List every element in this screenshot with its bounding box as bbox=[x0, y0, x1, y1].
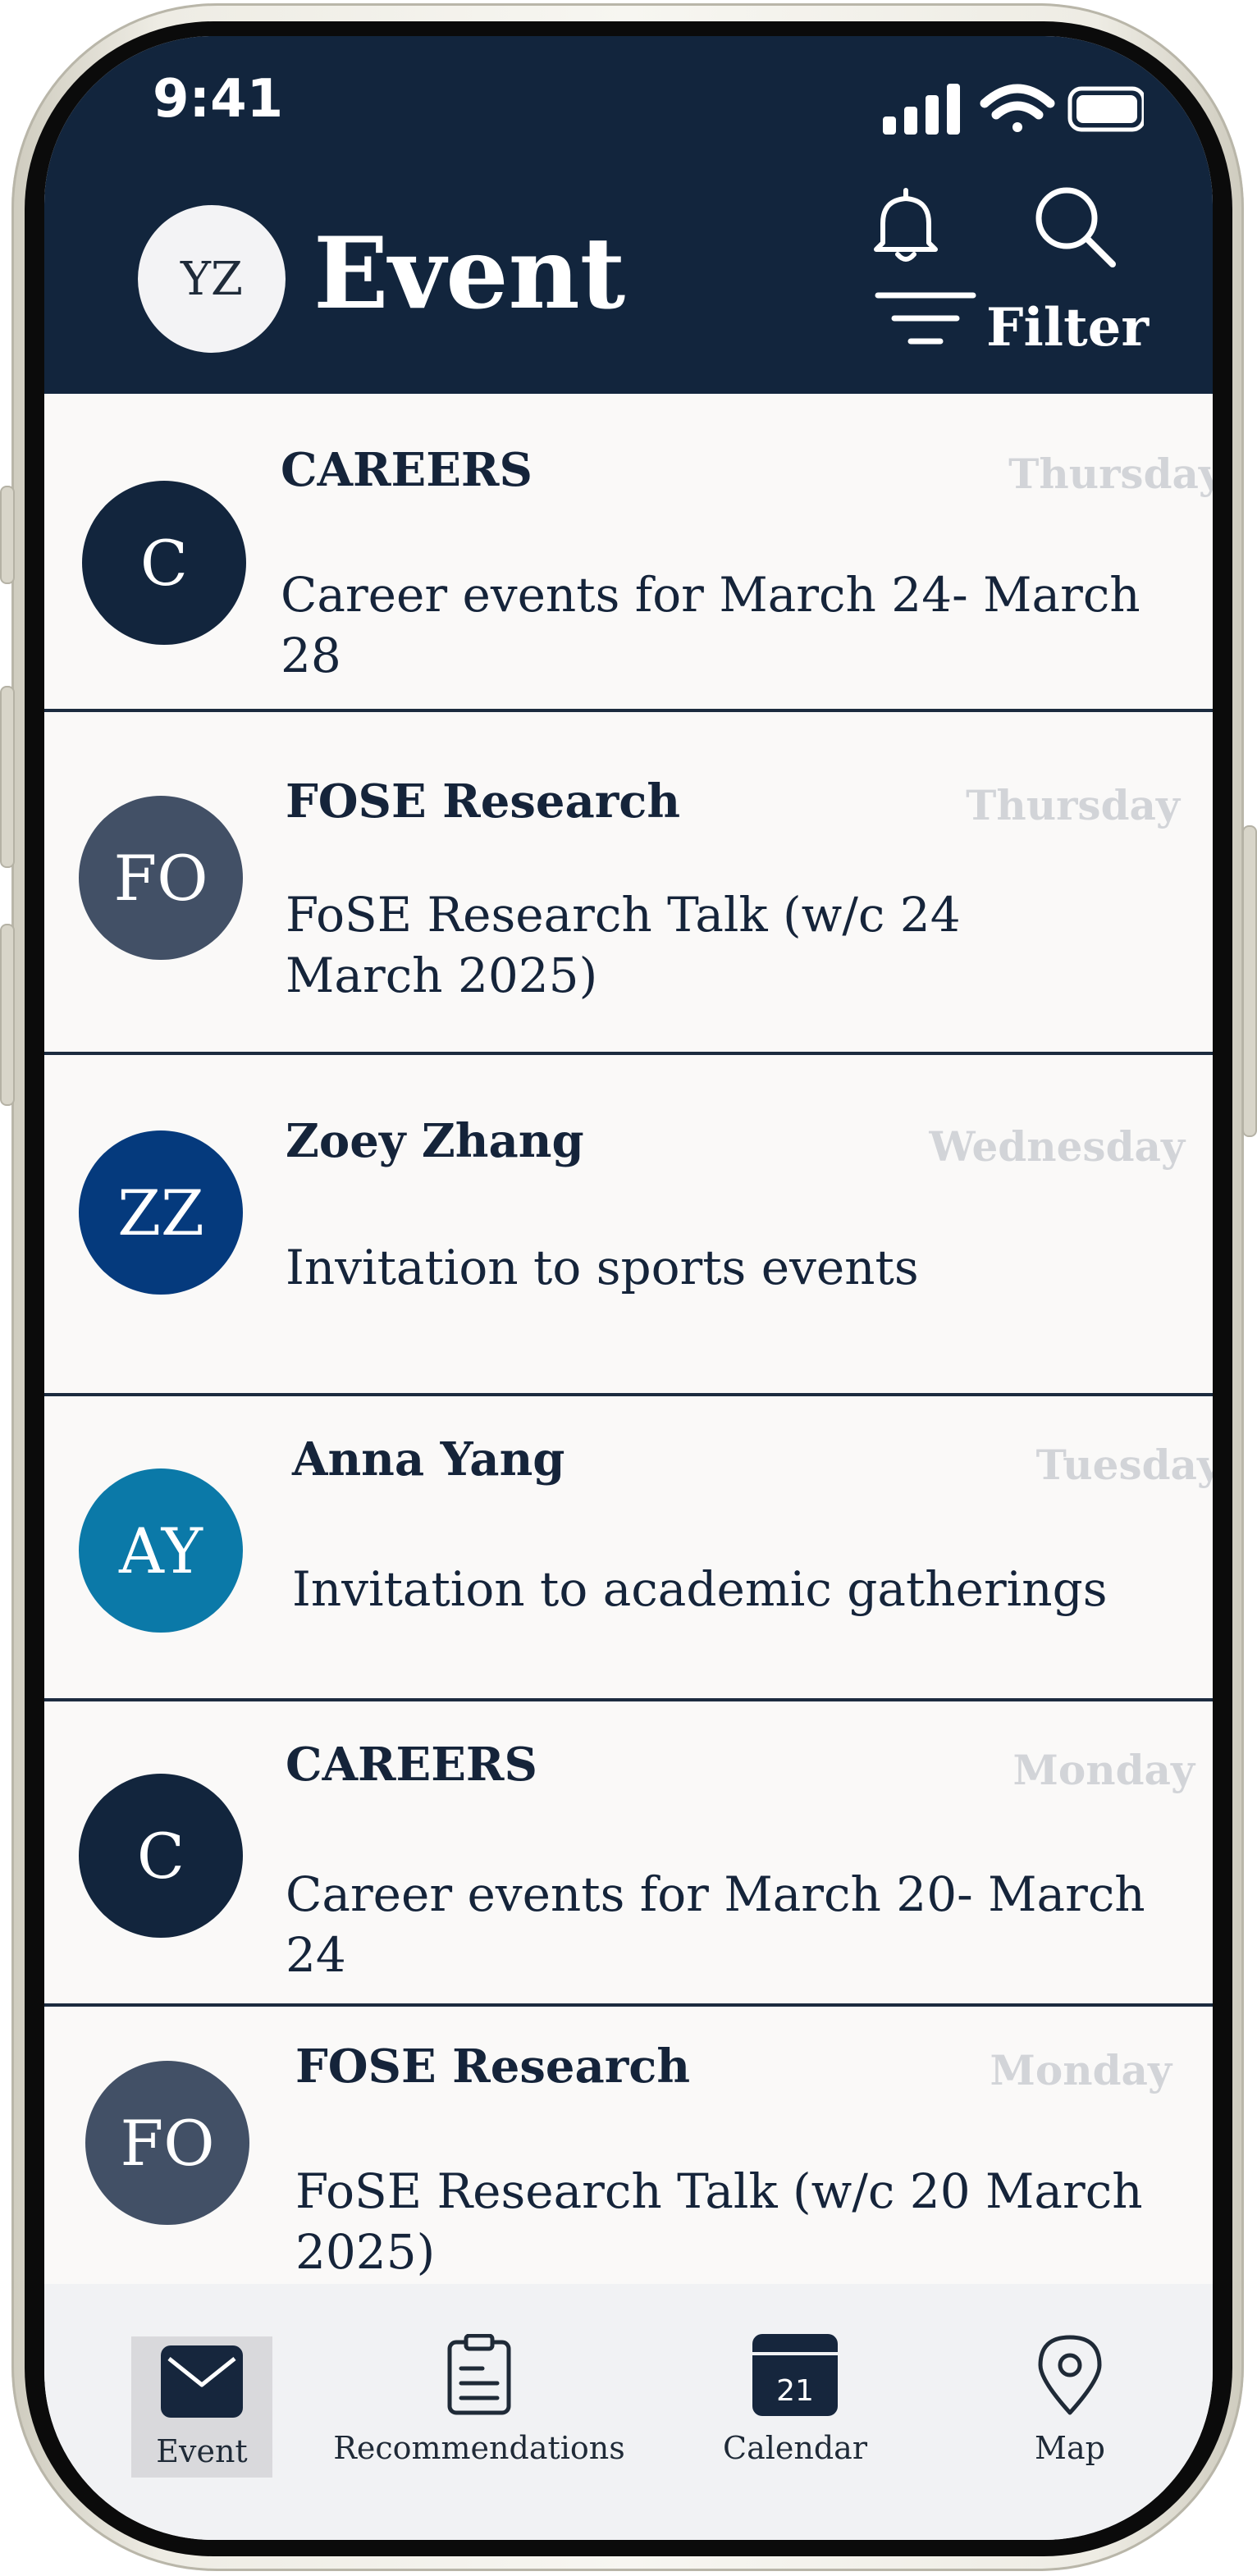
sender-avatar: C bbox=[82, 481, 246, 645]
volume-up-button bbox=[0, 686, 15, 868]
event-sender: CAREERS bbox=[286, 1738, 537, 1792]
event-day: Tuesday bbox=[1035, 1441, 1213, 1489]
list-item[interactable]: C CAREERS Thursday Career events for Mar… bbox=[44, 394, 1213, 712]
event-sender: FOSE Research bbox=[286, 774, 681, 829]
list-item[interactable]: C CAREERS Monday Career events for March… bbox=[44, 1701, 1213, 2007]
tab-calendar[interactable]: 21 Calendar bbox=[709, 2327, 881, 2471]
event-title: Career events for March 24- March 28 bbox=[281, 567, 1140, 683]
event-sender: CAREERS bbox=[281, 443, 533, 497]
app-header: 9:41 YZ Event Filter bbox=[44, 36, 1213, 394]
mail-icon bbox=[161, 2345, 243, 2418]
event-day: Monday bbox=[990, 2046, 1172, 2094]
bottom-tab-bar: Event Recommendations 21 Calendar Map bbox=[44, 2284, 1213, 2540]
notification-bell-icon[interactable] bbox=[865, 184, 947, 266]
event-day: Thursday bbox=[966, 781, 1180, 829]
volume-down-button bbox=[0, 924, 15, 1106]
battery-icon bbox=[1067, 86, 1144, 132]
tab-recommendations[interactable]: Recommendations bbox=[331, 2327, 627, 2471]
page-title: Event bbox=[313, 216, 626, 331]
search-icon[interactable] bbox=[1029, 180, 1119, 271]
sender-avatar: FO bbox=[85, 2061, 249, 2225]
event-sender: FOSE Research bbox=[295, 2039, 691, 2094]
event-day: Wednesday bbox=[929, 1122, 1185, 1171]
calendar-icon-date: 21 bbox=[776, 2374, 814, 2408]
user-avatar[interactable]: YZ bbox=[138, 205, 286, 353]
tab-label: Map bbox=[1035, 2430, 1105, 2466]
event-title: Invitation to sports events bbox=[286, 1240, 919, 1295]
event-title: Career events for March 20- March 24 bbox=[286, 1866, 1145, 1983]
sender-avatar: AY bbox=[79, 1468, 243, 1633]
event-title: FoSE Research Talk (w/c 20 March 2025) bbox=[295, 2163, 1143, 2280]
event-day: Monday bbox=[1012, 1746, 1195, 1794]
event-sender: Anna Yang bbox=[292, 1432, 565, 1487]
map-pin-icon bbox=[1038, 2335, 1102, 2415]
status-time: 9:41 bbox=[153, 69, 284, 130]
event-title: FoSE Research Talk (w/c 24 March 2025) bbox=[286, 887, 961, 1003]
tab-event[interactable]: Event bbox=[131, 2336, 272, 2478]
event-title: Invitation to academic gatherings bbox=[292, 1561, 1108, 1617]
list-item[interactable]: ZZ Zoey Zhang Wednesday Invitation to sp… bbox=[44, 1055, 1213, 1396]
wifi-icon bbox=[980, 84, 1055, 132]
sender-avatar: C bbox=[79, 1774, 243, 1938]
tab-map[interactable]: Map bbox=[1012, 2327, 1127, 2471]
sender-avatar: ZZ bbox=[79, 1130, 243, 1295]
event-sender: Zoey Zhang bbox=[286, 1114, 584, 1168]
phone-screen: 9:41 YZ Event Filter C CAREERS Thursday … bbox=[44, 36, 1213, 2540]
status-icons bbox=[883, 84, 1144, 135]
power-button bbox=[1242, 825, 1257, 1137]
list-item[interactable]: AY Anna Yang Tuesday Invitation to acade… bbox=[44, 1396, 1213, 1701]
tab-label: Event bbox=[156, 2433, 248, 2469]
cellular-signal-icon bbox=[883, 84, 960, 135]
list-item[interactable]: FO FOSE Research Thursday FoSE Research … bbox=[44, 712, 1213, 1055]
event-day: Thursday bbox=[1008, 450, 1213, 498]
filter-icon[interactable] bbox=[875, 289, 976, 348]
sender-avatar: FO bbox=[79, 796, 243, 960]
filter-button[interactable]: Filter bbox=[986, 297, 1149, 359]
tab-label: Calendar bbox=[723, 2430, 867, 2466]
silent-switch bbox=[0, 486, 15, 584]
clipboard-icon bbox=[447, 2334, 511, 2415]
calendar-icon: 21 bbox=[752, 2334, 838, 2416]
tab-label: Recommendations bbox=[333, 2430, 625, 2466]
